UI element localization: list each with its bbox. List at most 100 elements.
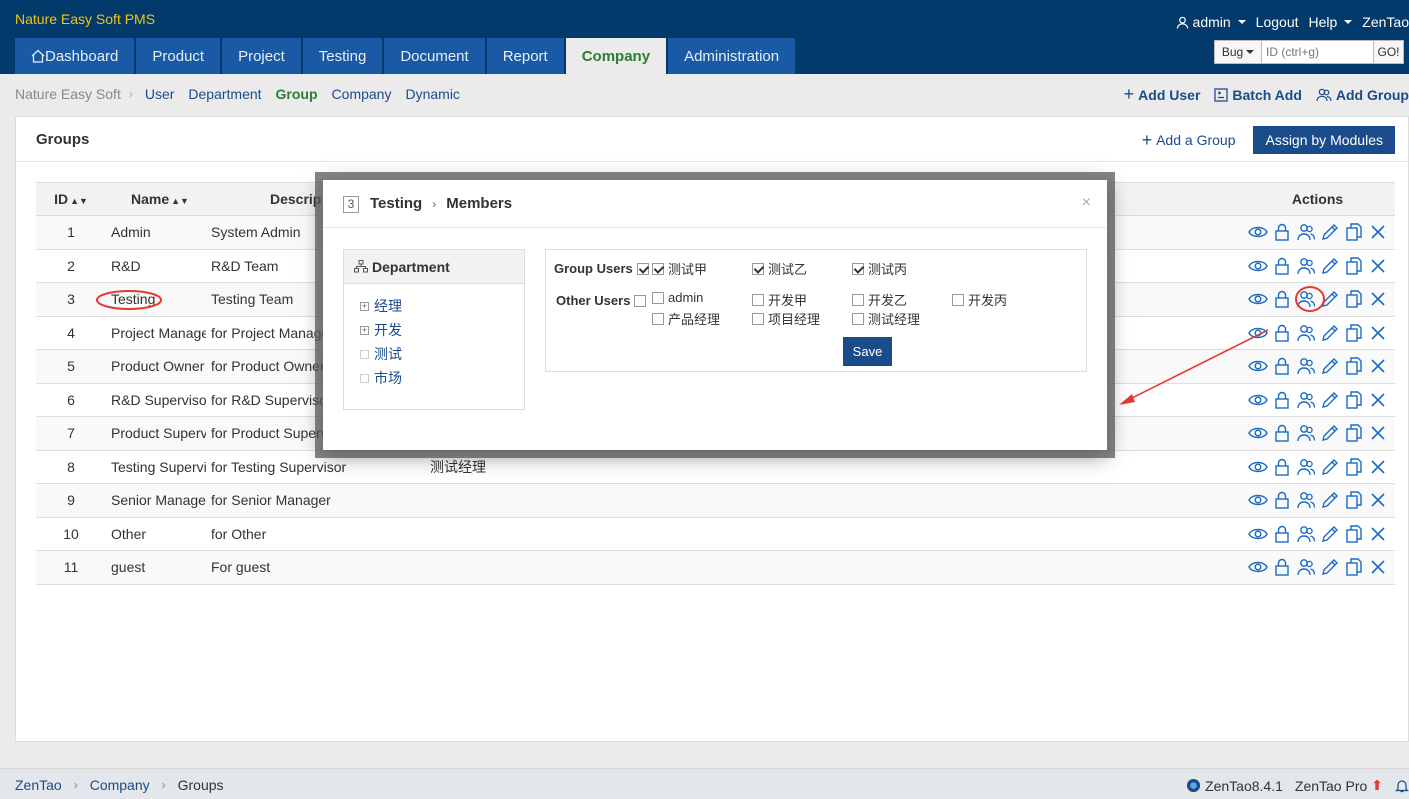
subnav-group[interactable]: Group: [276, 86, 318, 102]
checkbox[interactable]: [852, 312, 864, 325]
logout-link[interactable]: Logout: [1256, 12, 1299, 32]
delete-icon[interactable]: [1368, 289, 1388, 309]
other-user-option[interactable]: admin: [652, 290, 703, 305]
add-a-group-link[interactable]: + Add a Group: [1142, 130, 1236, 151]
tree-item-manager[interactable]: + 经理: [360, 296, 402, 316]
delete-icon[interactable]: [1368, 256, 1388, 276]
select-all-group-users-checkbox[interactable]: [636, 262, 649, 275]
col-name-header[interactable]: Name ▲▼: [106, 182, 206, 216]
delete-icon[interactable]: [1368, 222, 1388, 242]
members-icon[interactable]: [1296, 423, 1316, 443]
company-crumb[interactable]: Nature Easy Soft: [15, 86, 121, 102]
lock-icon[interactable]: [1272, 222, 1292, 242]
search-input[interactable]: [1262, 40, 1374, 64]
checkbox[interactable]: [652, 312, 664, 325]
subnav-department[interactable]: Department: [188, 86, 261, 102]
checkbox[interactable]: [752, 312, 764, 325]
tab-dashboard[interactable]: Dashboard: [15, 38, 135, 74]
copy-icon[interactable]: [1344, 423, 1364, 443]
tab-report[interactable]: Report: [486, 38, 564, 74]
eye-icon[interactable]: [1248, 289, 1268, 309]
checkbox[interactable]: [952, 293, 964, 306]
delete-icon[interactable]: [1368, 356, 1388, 376]
tree-item-dev[interactable]: + 开发: [360, 320, 402, 340]
copy-icon[interactable]: [1344, 490, 1364, 510]
members-icon[interactable]: [1296, 490, 1316, 510]
lock-icon[interactable]: [1272, 490, 1292, 510]
members-icon[interactable]: [1296, 457, 1316, 477]
members-icon[interactable]: [1296, 524, 1316, 544]
checkbox[interactable]: [752, 262, 764, 275]
tab-administration[interactable]: Administration: [668, 38, 796, 74]
lock-icon[interactable]: [1272, 323, 1292, 343]
members-icon[interactable]: [1296, 289, 1316, 309]
search-type-select[interactable]: Bug: [1214, 40, 1262, 64]
edit-icon[interactable]: [1320, 356, 1340, 376]
group-user-option[interactable]: 测试丙: [852, 259, 907, 278]
eye-icon[interactable]: [1248, 557, 1268, 577]
tree-item-testing[interactable]: 测试: [360, 344, 402, 364]
copy-icon[interactable]: [1344, 323, 1364, 343]
expand-icon[interactable]: +: [360, 325, 369, 335]
delete-icon[interactable]: [1368, 524, 1388, 544]
pro-link[interactable]: ZenTao Pro ⬆: [1295, 777, 1383, 794]
zentao-link[interactable]: ZenTao: [1362, 12, 1409, 32]
lock-icon[interactable]: [1272, 557, 1292, 577]
group-user-option[interactable]: 测试甲: [652, 259, 707, 278]
batch-add-button[interactable]: Batch Add: [1214, 84, 1302, 105]
copy-icon[interactable]: [1344, 222, 1364, 242]
edit-icon[interactable]: [1320, 222, 1340, 242]
lock-icon[interactable]: [1272, 256, 1292, 276]
eye-icon[interactable]: [1248, 256, 1268, 276]
edit-icon[interactable]: [1320, 289, 1340, 309]
tab-product[interactable]: Product: [136, 38, 221, 74]
members-icon[interactable]: [1296, 256, 1316, 276]
checkbox[interactable]: [752, 293, 764, 306]
lock-icon[interactable]: [1272, 356, 1292, 376]
copy-icon[interactable]: [1344, 457, 1364, 477]
tab-project[interactable]: Project: [222, 38, 301, 74]
tab-company[interactable]: Company: [565, 38, 667, 74]
add-user-button[interactable]: + Add User: [1124, 84, 1201, 105]
edit-icon[interactable]: [1320, 390, 1340, 410]
copy-icon[interactable]: [1344, 356, 1364, 376]
close-icon[interactable]: ×: [1082, 194, 1091, 212]
eye-icon[interactable]: [1248, 222, 1268, 242]
tab-testing[interactable]: Testing: [302, 38, 383, 74]
delete-icon[interactable]: [1368, 490, 1388, 510]
expand-icon[interactable]: +: [360, 301, 369, 311]
subnav-user[interactable]: User: [145, 86, 175, 102]
other-user-option[interactable]: 开发甲: [752, 290, 807, 309]
footer-crumb-company[interactable]: Company: [90, 777, 150, 793]
search-go-button[interactable]: GO!: [1374, 40, 1404, 64]
copy-icon[interactable]: [1344, 557, 1364, 577]
members-icon[interactable]: [1296, 390, 1316, 410]
other-user-option[interactable]: 开发乙: [852, 290, 907, 309]
eye-icon[interactable]: [1248, 490, 1268, 510]
lock-icon[interactable]: [1272, 289, 1292, 309]
version-link[interactable]: ZenTao8.4.1: [1186, 778, 1283, 794]
edit-icon[interactable]: [1320, 323, 1340, 343]
copy-icon[interactable]: [1344, 524, 1364, 544]
eye-icon[interactable]: [1248, 356, 1268, 376]
subnav-company[interactable]: Company: [332, 86, 392, 102]
delete-icon[interactable]: [1368, 423, 1388, 443]
assign-by-modules-button[interactable]: Assign by Modules: [1253, 126, 1395, 154]
lock-icon[interactable]: [1272, 457, 1292, 477]
copy-icon[interactable]: [1344, 390, 1364, 410]
lock-icon[interactable]: [1272, 423, 1292, 443]
copy-icon[interactable]: [1344, 256, 1364, 276]
members-icon[interactable]: [1296, 323, 1316, 343]
lock-icon[interactable]: [1272, 390, 1292, 410]
bell-icon[interactable]: [1395, 779, 1409, 793]
eye-icon[interactable]: [1248, 524, 1268, 544]
edit-icon[interactable]: [1320, 557, 1340, 577]
checkbox[interactable]: [852, 293, 864, 306]
user-menu[interactable]: admin: [1176, 12, 1246, 32]
delete-icon[interactable]: [1368, 390, 1388, 410]
save-button[interactable]: Save: [843, 337, 892, 366]
other-user-option[interactable]: 测试经理: [852, 309, 920, 328]
footer-crumb-zentao[interactable]: ZenTao: [15, 777, 62, 793]
members-icon[interactable]: [1296, 356, 1316, 376]
copy-icon[interactable]: [1344, 289, 1364, 309]
